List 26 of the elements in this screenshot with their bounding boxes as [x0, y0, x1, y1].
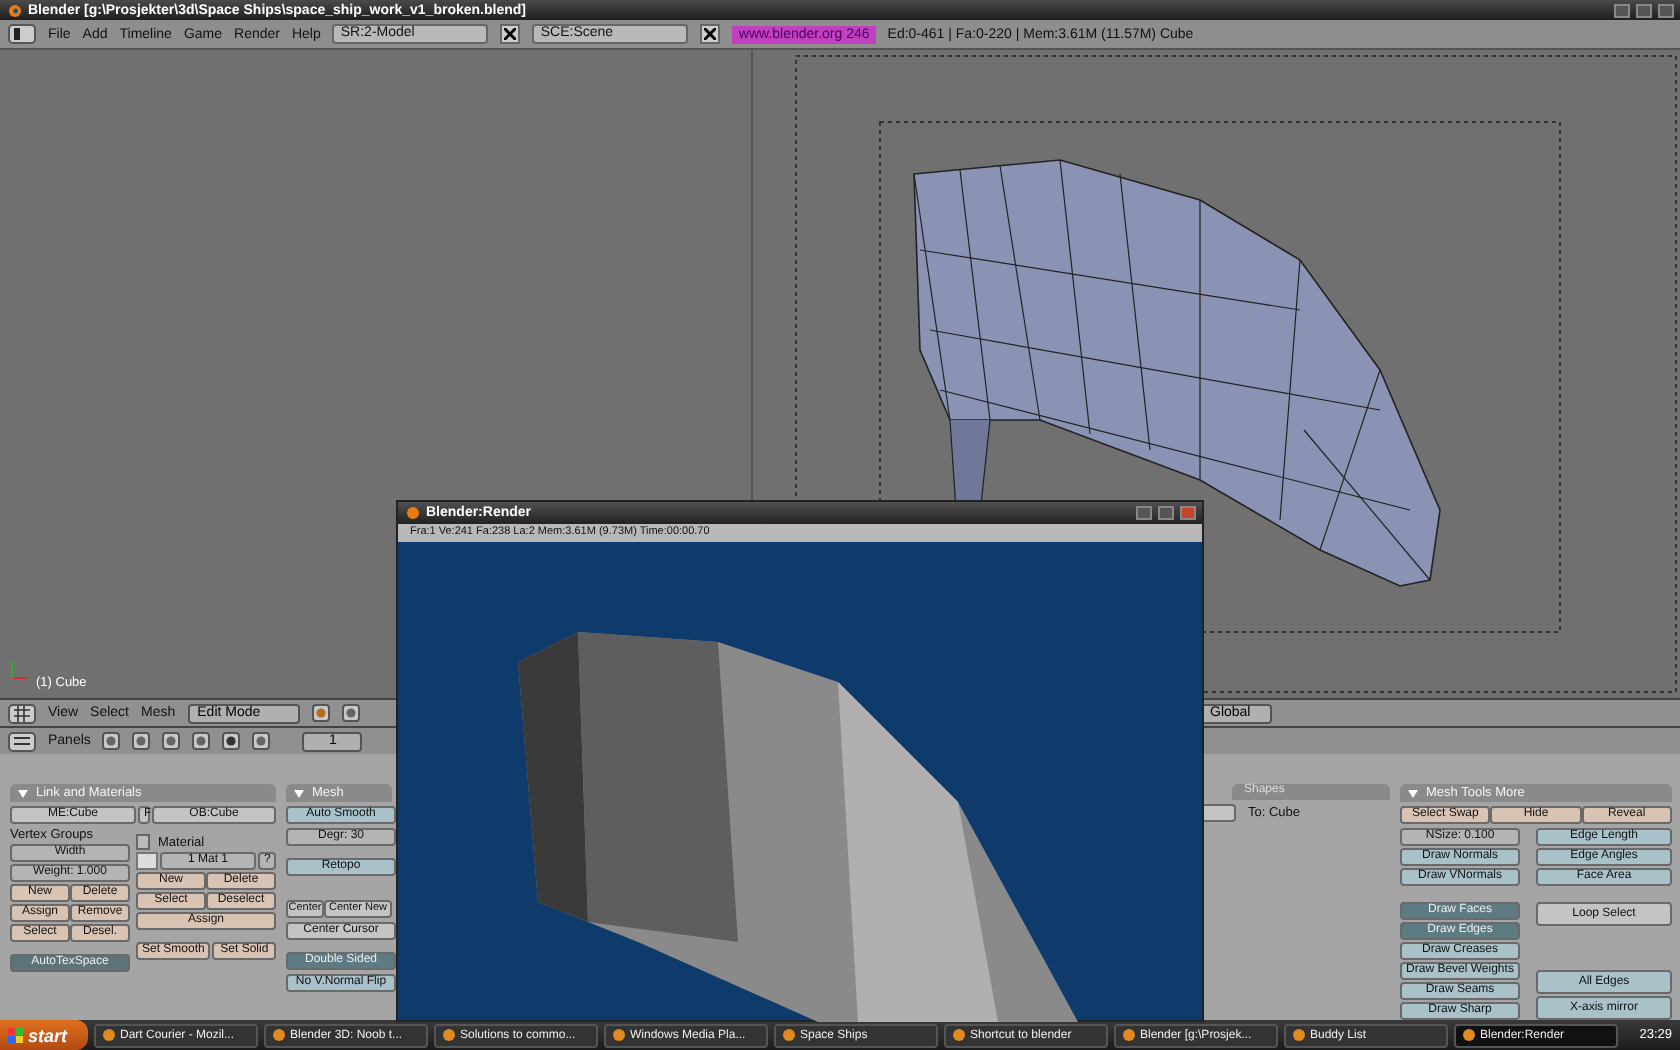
collapse-triangle-icon[interactable]	[1408, 789, 1418, 797]
minimize-button[interactable]	[1614, 3, 1630, 17]
axis-icon	[11, 661, 29, 679]
restore-button[interactable]	[1636, 3, 1652, 17]
close-icon[interactable]	[700, 24, 721, 44]
start-button[interactable]: start	[0, 1020, 88, 1050]
app-icon	[442, 1028, 456, 1042]
app-icon	[272, 1028, 286, 1042]
material-color-swatch	[136, 852, 158, 870]
app-icon	[102, 1028, 116, 1042]
close-icon[interactable]	[500, 24, 521, 44]
grid-icon[interactable]	[8, 703, 36, 723]
close-button[interactable]	[1658, 3, 1674, 17]
app-icon	[782, 1028, 796, 1042]
app-icon	[1292, 1028, 1306, 1042]
app-icon	[1122, 1028, 1136, 1042]
app-icon	[952, 1028, 966, 1042]
window-type-icon[interactable]	[8, 24, 36, 44]
window-type-icon[interactable]	[8, 731, 36, 751]
app-logo-icon	[404, 506, 420, 520]
app-icon	[1462, 1028, 1476, 1042]
collapse-triangle-icon[interactable]	[294, 789, 304, 797]
app-logo-icon	[6, 3, 22, 17]
collapse-triangle-icon[interactable]	[18, 789, 28, 797]
app-icon	[612, 1028, 626, 1042]
windows-logo-icon	[8, 1027, 24, 1043]
